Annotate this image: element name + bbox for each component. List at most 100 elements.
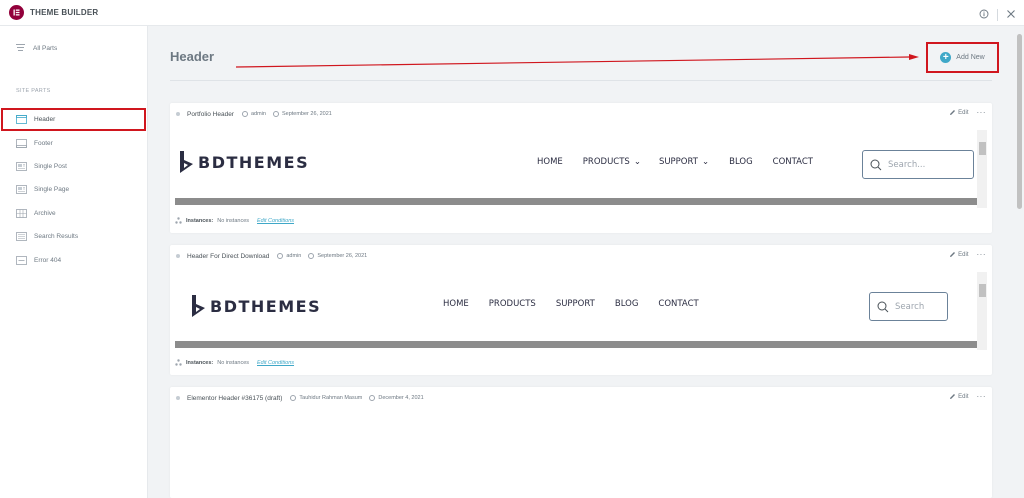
site-parts-heading: SITE PARTS bbox=[16, 88, 51, 94]
nav-support[interactable]: SUPPORT ⌄ bbox=[659, 157, 709, 167]
clock-icon bbox=[308, 253, 315, 259]
scroll-thumb[interactable] bbox=[1017, 34, 1022, 209]
header-icon bbox=[16, 115, 27, 124]
card-footer: Instances: No instances Edit Conditions bbox=[175, 217, 294, 224]
sidebar-item-label: Single Post bbox=[34, 163, 67, 170]
sidebar-item-label: Header bbox=[34, 116, 56, 123]
plus-icon: + bbox=[940, 52, 952, 63]
card-title[interactable]: Elementor Header #36175 (draft) bbox=[187, 395, 282, 402]
instances-icon bbox=[175, 359, 182, 366]
card-header: Elementor Header #36175 (draft) Tauhidur… bbox=[170, 387, 992, 409]
pencil-icon bbox=[950, 110, 956, 115]
card-header: Header For Direct Download admin Septemb… bbox=[170, 245, 992, 267]
user-icon bbox=[290, 395, 297, 401]
nav-products[interactable]: PRODUCTS ⌄ bbox=[583, 157, 641, 167]
card-header: Portfolio Header admin September 26, 202… bbox=[170, 103, 992, 125]
app-title: THEME BUILDER bbox=[30, 8, 99, 17]
user-icon bbox=[241, 111, 248, 117]
bdthemes-logo-icon bbox=[192, 295, 205, 317]
status-dot bbox=[176, 396, 180, 400]
nav-contact[interactable]: CONTACT bbox=[773, 157, 813, 167]
bdthemes-logo-icon bbox=[180, 151, 193, 173]
card-date: September 26, 2021 bbox=[308, 253, 367, 259]
card-footer: Instances: No instances Edit Conditions bbox=[175, 359, 294, 366]
preview-scrollbar-vertical[interactable] bbox=[977, 130, 987, 208]
edit-conditions-link[interactable]: Edit Conditions bbox=[257, 360, 294, 366]
nav-products[interactable]: PRODUCTS bbox=[489, 299, 536, 309]
pencil-icon bbox=[950, 252, 956, 257]
card-date: September 26, 2021 bbox=[272, 111, 332, 117]
main-panel: Header + Add New Portfolio Header admin … bbox=[149, 26, 1015, 498]
elementor-logo-icon bbox=[9, 5, 24, 20]
all-parts-label: All Parts bbox=[33, 45, 58, 52]
preview-scrollbar-horizontal[interactable] bbox=[175, 341, 977, 348]
info-icon[interactable] bbox=[979, 6, 989, 24]
top-bar: THEME BUILDER bbox=[0, 0, 1024, 26]
chevron-down-icon: ⌄ bbox=[633, 157, 641, 167]
sidebar-item-archive[interactable]: Archive bbox=[0, 202, 148, 225]
sidebar-item-error-404[interactable]: Error 404 bbox=[0, 249, 148, 272]
preview-search-box[interactable]: Search... bbox=[862, 150, 974, 179]
preview-scrollbar-horizontal[interactable] bbox=[175, 198, 977, 205]
sidebar-item-search-results[interactable]: Search Results bbox=[0, 225, 148, 248]
search-icon bbox=[877, 301, 889, 312]
nav-contact[interactable]: CONTACT bbox=[658, 299, 698, 309]
close-icon[interactable] bbox=[1006, 6, 1016, 24]
preview-scrollbar-vertical[interactable] bbox=[977, 272, 987, 350]
card-title[interactable]: Header For Direct Download bbox=[187, 253, 269, 260]
edit-button[interactable]: Edit bbox=[949, 109, 969, 116]
card-author: admin bbox=[277, 253, 301, 259]
clock-icon bbox=[369, 395, 376, 401]
template-card: Elementor Header #36175 (draft) Tauhidur… bbox=[170, 387, 992, 498]
preview-nav: HOME PRODUCTS SUPPORT BLOG CONTACT bbox=[443, 299, 699, 309]
instances-icon bbox=[175, 217, 182, 224]
template-card: Header For Direct Download admin Septemb… bbox=[170, 245, 992, 375]
pencil-icon bbox=[950, 394, 956, 399]
preview-search-box[interactable]: Search bbox=[869, 292, 948, 321]
template-card: Portfolio Header admin September 26, 202… bbox=[170, 103, 992, 233]
more-options-icon[interactable]: ··· bbox=[977, 250, 987, 258]
edit-button[interactable]: Edit bbox=[949, 393, 969, 400]
nav-blog[interactable]: BLOG bbox=[729, 157, 753, 167]
nav-home[interactable]: HOME bbox=[443, 299, 469, 309]
single-page-icon bbox=[16, 185, 27, 194]
sidebar-item-label: Archive bbox=[34, 210, 56, 217]
main-scrollbar[interactable] bbox=[1015, 26, 1024, 498]
preview-nav: HOME PRODUCTS ⌄ SUPPORT ⌄ BLOG CONTACT bbox=[537, 157, 813, 167]
sidebar-item-label: Single Page bbox=[34, 186, 70, 193]
template-preview bbox=[175, 414, 987, 498]
archive-icon bbox=[16, 209, 27, 218]
footer-icon bbox=[16, 139, 27, 148]
edit-conditions-link[interactable]: Edit Conditions bbox=[257, 218, 294, 224]
nav-support[interactable]: SUPPORT bbox=[556, 299, 595, 309]
scroll-thumb[interactable] bbox=[979, 142, 986, 155]
sidebar-item-label: Footer bbox=[34, 140, 53, 147]
nav-blog[interactable]: BLOG bbox=[615, 299, 639, 309]
search-icon bbox=[870, 159, 882, 170]
error-404-icon bbox=[16, 256, 27, 265]
preview-logo: BDTHEMES bbox=[191, 295, 321, 317]
more-options-icon[interactable]: ··· bbox=[977, 108, 987, 116]
sidebar-item-header[interactable]: Header bbox=[1, 108, 146, 131]
sidebar-item-label: Error 404 bbox=[34, 257, 62, 264]
edit-button[interactable]: Edit bbox=[949, 251, 969, 258]
card-author: Tauhidur Rahman Masum bbox=[290, 395, 362, 401]
sidebar-item-single-page[interactable]: Single Page bbox=[0, 178, 148, 201]
card-title[interactable]: Portfolio Header bbox=[187, 111, 234, 118]
clock-icon bbox=[272, 111, 279, 117]
sidebar-all-parts[interactable]: All Parts bbox=[16, 44, 57, 53]
nav-home[interactable]: HOME bbox=[537, 157, 563, 167]
add-new-button[interactable]: + Add New bbox=[926, 42, 999, 73]
scroll-thumb[interactable] bbox=[979, 284, 986, 297]
search-results-icon bbox=[16, 232, 27, 241]
template-preview: BDTHEMES HOME PRODUCTS ⌄ SUPPORT ⌄ BLOG CO… bbox=[175, 130, 987, 208]
user-icon bbox=[277, 253, 284, 259]
sidebar-item-single-post[interactable]: Single Post bbox=[0, 155, 148, 178]
sidebar-item-footer[interactable]: Footer bbox=[0, 132, 148, 155]
card-date: December 4, 2021 bbox=[369, 395, 424, 401]
status-dot bbox=[176, 254, 180, 258]
more-options-icon[interactable]: ··· bbox=[977, 392, 987, 400]
preview-logo: BDTHEMES bbox=[179, 151, 309, 173]
annotation-arrow bbox=[235, 54, 919, 68]
status-dot bbox=[176, 112, 180, 116]
